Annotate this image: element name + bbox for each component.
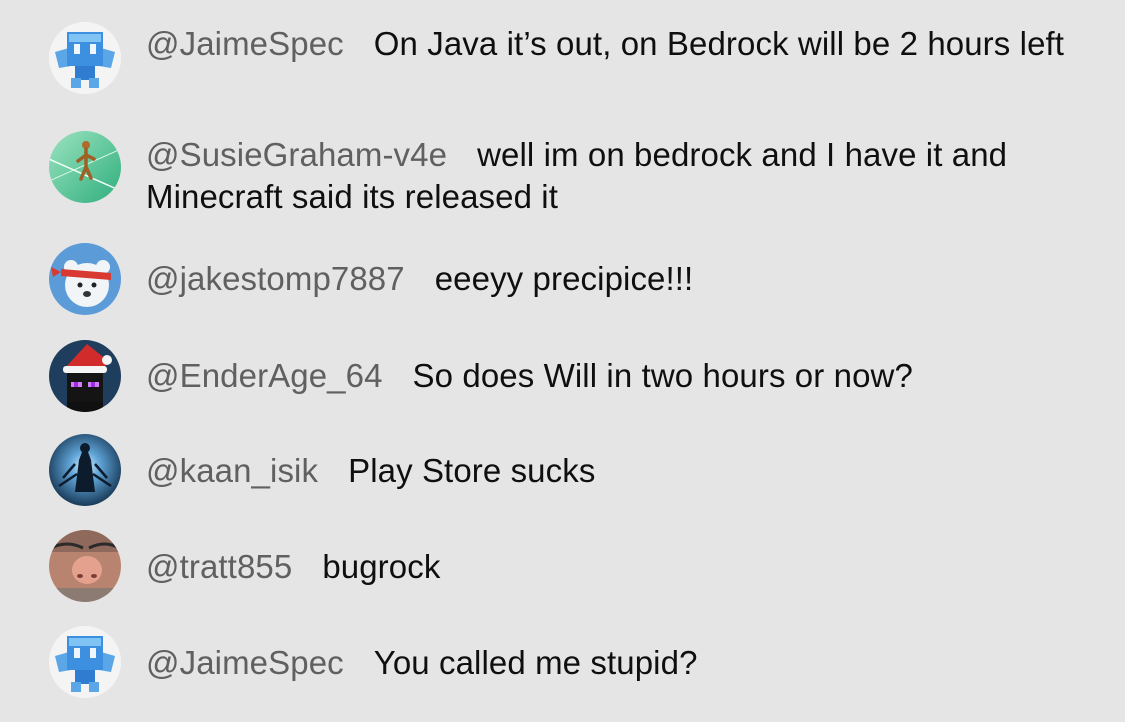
chat-message-body: You called me stupid? [373,644,698,681]
chat-message-body: Play Store sucks [348,452,596,489]
chat-message-text: @EnderAge_64 So does Will in two hours or… [146,355,1086,397]
tightrope-walker-avatar-icon[interactable] [49,131,121,203]
chat-message-text: @kaan_isik Play Store sucks [146,450,1086,492]
chat-author[interactable]: @JaimeSpec [146,644,344,681]
chat-message-text: @tratt855 bugrock [146,546,1086,588]
polar-bear-headband-avatar-icon[interactable] [49,243,121,315]
live-chat-list: @JaimeSpec On Java it’s out, on Bedrock w… [0,0,1125,722]
chat-author[interactable]: @jakestomp7887 [146,260,405,297]
blue-allay-avatar-icon[interactable] [49,626,121,698]
chat-author[interactable]: @JaimeSpec [146,25,344,62]
chat-message-text: @JaimeSpec On Java it’s out, on Bedrock w… [146,23,1086,65]
dark-figure-avatar-icon[interactable] [49,434,121,506]
chat-message-body: bugrock [322,548,441,585]
chat-author[interactable]: @SusieGraham-v4e [146,136,447,173]
chat-author[interactable]: @tratt855 [146,548,292,585]
chat-message-body: So does Will in two hours or now? [412,357,913,394]
blue-allay-avatar-icon[interactable] [49,22,121,94]
chat-message-text: @SusieGraham-v4e well im on bedrock and I… [146,134,1086,218]
face-closeup-avatar-icon[interactable] [49,530,121,602]
chat-message-text: @JaimeSpec You called me stupid? [146,642,1086,684]
chat-message-body: eeeyy precipice!!! [434,260,694,297]
chat-author[interactable]: @EnderAge_64 [146,357,383,394]
chat-author[interactable]: @kaan_isik [146,452,318,489]
enderman-santa-hat-avatar-icon[interactable] [49,340,121,412]
chat-message-body: On Java it’s out, on Bedrock will be 2 h… [373,25,1065,62]
chat-message-text: @jakestomp7887 eeeyy precipice!!! [146,258,1086,300]
